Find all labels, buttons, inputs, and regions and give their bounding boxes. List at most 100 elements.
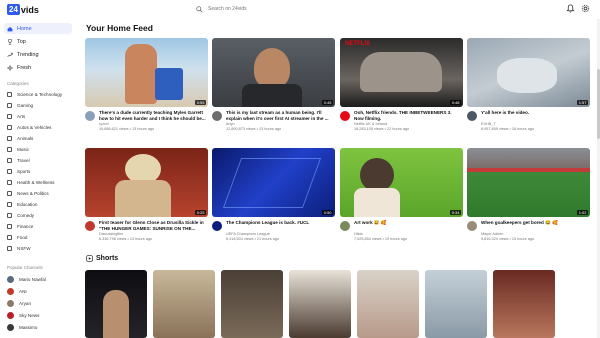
video-thumbnail[interactable]: NETFLIX 0:48 (340, 38, 463, 107)
category-item[interactable]: Animals (7, 134, 33, 143)
channel-item[interactable]: ANI (7, 286, 27, 296)
ball-icon (7, 169, 12, 174)
food-icon (7, 235, 12, 240)
video-stats: 7,025,854 views • 19 hours ago (354, 237, 408, 241)
video-title[interactable]: Art work 😅 🥰 (354, 220, 462, 226)
channel-name[interactable]: UEFA Champions League (226, 232, 270, 236)
avatar[interactable] (340, 111, 350, 121)
video-card[interactable]: 0:55 There's a dude currently teaching M… (85, 38, 208, 136)
video-title[interactable]: Y'all here is the video. (481, 110, 589, 116)
short-thumbnail[interactable] (493, 270, 555, 338)
nav-home[interactable]: Home (4, 23, 72, 34)
video-thumbnail[interactable]: 0:34 (340, 148, 463, 217)
newspaper-icon (7, 191, 12, 196)
video-card[interactable]: 1:02 When goalkeepers get bored 😂 🥰 Mayo… (467, 148, 590, 246)
video-title[interactable]: When goalkeepers get bored 😂 🥰 (481, 220, 589, 226)
video-card[interactable]: 1:57 Y'all here is the video. EXHB_T 8,9… (467, 38, 590, 136)
search-bar[interactable] (196, 3, 396, 15)
video-title[interactable]: This is my last stream as a human being.… (226, 110, 334, 121)
short-thumbnail[interactable] (221, 270, 283, 338)
duration-badge: 0:34 (450, 210, 461, 215)
category-item[interactable]: News & Politics (7, 189, 49, 198)
video-thumbnail[interactable]: 0:45 (212, 38, 335, 107)
video-stats: 8,957,859 views • 16 hours ago (481, 127, 535, 131)
category-item[interactable]: Education (7, 200, 37, 209)
channel-name[interactable]: Mayor Adrien (481, 232, 503, 236)
video-card[interactable]: 0:45 This is my last stream as a human b… (212, 38, 335, 136)
category-label: Food (17, 235, 28, 240)
top-bar: 24 vids (0, 0, 600, 19)
category-label: Gaming (17, 103, 34, 108)
category-item[interactable]: Health & Wellness (7, 178, 54, 187)
duration-badge: 1:02 (577, 210, 588, 215)
avatar[interactable] (212, 221, 222, 231)
category-item[interactable]: Music (7, 145, 29, 154)
avatar (7, 287, 14, 295)
category-item[interactable]: Science & Technology (7, 90, 62, 99)
video-card[interactable]: 0:25 First teaser for Glenn Close as Dru… (85, 148, 208, 246)
short-thumbnail[interactable] (425, 270, 487, 338)
avatar[interactable] (85, 221, 95, 231)
avatar (7, 323, 14, 331)
trending-icon (7, 52, 13, 57)
short-thumbnail[interactable] (289, 270, 351, 338)
search-input[interactable] (208, 6, 358, 12)
category-item[interactable]: Gaming (7, 101, 33, 110)
channel-item[interactable]: Mario Nawfal (7, 274, 46, 284)
video-thumbnail[interactable]: 1:57 (467, 38, 590, 107)
category-label: Science & Technology (17, 92, 63, 97)
gear-icon[interactable] (581, 4, 590, 13)
channel-name[interactable]: Netflix UK & Ireland (354, 122, 387, 126)
channel-name[interactable]: Discussingfilm (99, 232, 123, 236)
logo[interactable]: 24 vids (7, 3, 39, 16)
video-thumbnail[interactable]: 0:55 (85, 38, 208, 107)
bell-icon[interactable] (566, 4, 575, 13)
category-item[interactable]: Food (7, 233, 27, 242)
video-card[interactable]: 0:50 The Champions League is back. #UCL … (212, 148, 335, 246)
video-title[interactable]: There's a dude currently teaching Myles … (99, 110, 207, 121)
category-item[interactable]: Finance (7, 222, 33, 231)
category-item[interactable]: Travel (7, 156, 30, 165)
avatar[interactable] (212, 111, 222, 121)
gamepad-icon (7, 103, 12, 108)
short-thumbnail[interactable] (153, 270, 215, 338)
paw-icon (7, 136, 12, 141)
category-item[interactable]: NSFW (7, 244, 31, 253)
avatar[interactable] (340, 221, 350, 231)
channel-item[interactable]: Massimo (7, 322, 37, 332)
channel-name[interactable]: Hilda (354, 232, 363, 236)
avatar[interactable] (85, 111, 95, 121)
category-item[interactable]: Arts (7, 112, 25, 121)
duration-badge: 1:57 (577, 100, 588, 105)
video-stats: 6,336,798 views • 13 hours ago (99, 237, 153, 241)
video-thumbnail[interactable]: 0:50 (212, 148, 335, 217)
video-thumbnail[interactable]: 1:02 (467, 148, 590, 217)
channel-name[interactable]: ryzzvl (99, 122, 109, 126)
palette-icon (7, 114, 12, 119)
video-thumbnail[interactable]: 0:25 (85, 148, 208, 217)
science-icon (7, 92, 12, 97)
video-card[interactable]: 0:34 Art work 😅 🥰 Hilda 7,025,854 views … (340, 148, 463, 246)
trophy-icon (8, 38, 12, 45)
video-title[interactable]: First teaser for Glenn Close as Drusilla… (99, 220, 207, 231)
channel-name[interactable]: EXHB_T (481, 122, 496, 126)
avatar[interactable] (467, 221, 477, 231)
nav-top[interactable]: Top (4, 36, 72, 47)
channel-item[interactable]: Aryan (7, 298, 31, 308)
music-icon (7, 147, 12, 152)
video-card[interactable]: NETFLIX 0:48 Ooh, Netflix friends. THE I… (340, 38, 463, 136)
category-item[interactable]: Sports (7, 167, 30, 176)
category-item[interactable]: Comedy (7, 211, 34, 220)
avatar (7, 299, 14, 307)
channel-name[interactable]: Arlyn (226, 122, 235, 126)
video-title[interactable]: Ooh, Netflix friends. THE INBETWEENERS 3… (354, 110, 462, 121)
channel-item[interactable]: Sky News (7, 310, 39, 320)
nav-fresh[interactable]: Fresh (4, 62, 72, 73)
nav-trending[interactable]: Trending (4, 49, 72, 60)
avatar[interactable] (467, 111, 477, 121)
category-item[interactable]: Autos & Vehicles (7, 123, 51, 132)
short-thumbnail[interactable] (85, 270, 147, 338)
short-thumbnail[interactable] (357, 270, 419, 338)
search-icon (196, 5, 203, 13)
video-title[interactable]: The Champions League is back. #UCL (226, 220, 334, 226)
